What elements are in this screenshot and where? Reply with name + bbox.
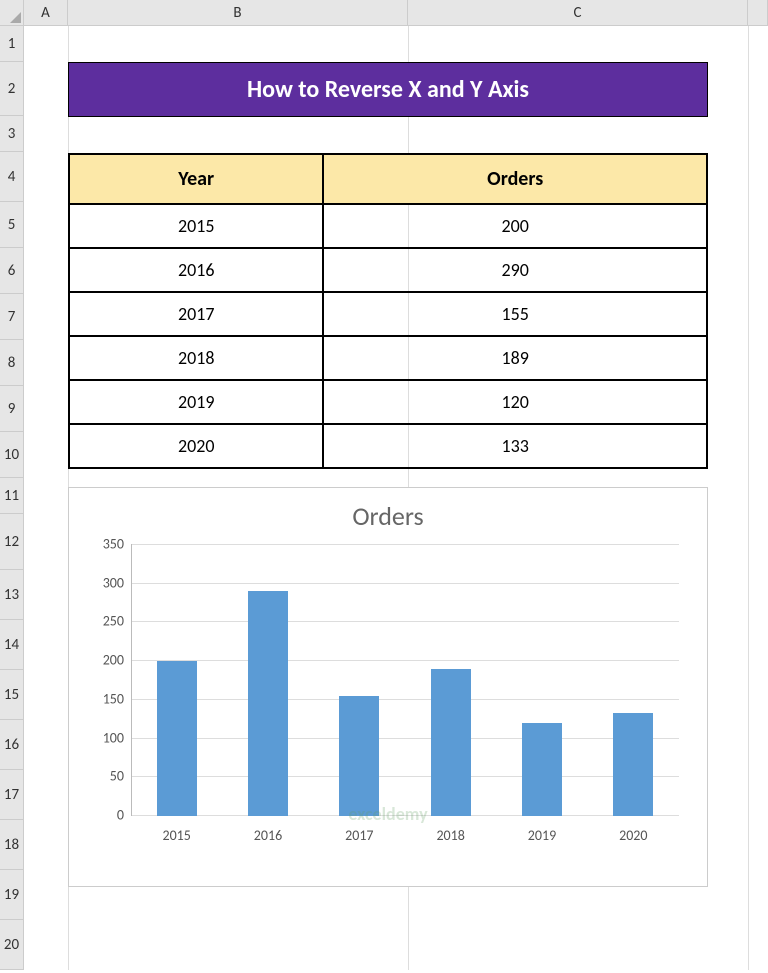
x-tick-label: 2017 bbox=[345, 827, 373, 844]
select-all-corner[interactable] bbox=[0, 0, 24, 26]
table-row[interactable]: 2017155 bbox=[69, 292, 707, 336]
cell-orders[interactable]: 133 bbox=[323, 424, 707, 468]
row-header-16[interactable]: 16 bbox=[0, 720, 24, 770]
y-tick-label: 200 bbox=[103, 652, 132, 669]
chart-bars bbox=[131, 544, 679, 816]
row-header-17[interactable]: 17 bbox=[0, 770, 24, 820]
cell-orders[interactable]: 290 bbox=[323, 248, 707, 292]
row-header-19[interactable]: 19 bbox=[0, 870, 24, 920]
cell-orders[interactable]: 200 bbox=[323, 204, 707, 248]
page-title: How to Reverse X and Y Axis bbox=[68, 62, 708, 117]
chart-bar[interactable] bbox=[522, 723, 562, 816]
data-table: Year Orders 2015200201629020171552018189… bbox=[68, 153, 708, 469]
table-header-orders[interactable]: Orders bbox=[323, 154, 707, 204]
chart-x-axis: 2015 2016 2017 2018 2019 2020 bbox=[131, 827, 679, 844]
chart-bar[interactable] bbox=[613, 713, 653, 816]
row-header-7[interactable]: 7 bbox=[0, 294, 24, 340]
x-tick-label: 2020 bbox=[619, 827, 647, 844]
y-tick-label: 350 bbox=[103, 536, 132, 553]
row-header-12[interactable]: 12 bbox=[0, 514, 24, 570]
row-header-6[interactable]: 6 bbox=[0, 248, 24, 294]
row-header-5[interactable]: 5 bbox=[0, 202, 24, 248]
cell-orders[interactable]: 189 bbox=[323, 336, 707, 380]
cell-year[interactable]: 2016 bbox=[69, 248, 323, 292]
x-tick-label: 2015 bbox=[162, 827, 190, 844]
cell-year[interactable]: 2017 bbox=[69, 292, 323, 336]
table-row[interactable]: 2020133 bbox=[69, 424, 707, 468]
row-header-3[interactable]: 3 bbox=[0, 116, 24, 152]
row-header-20[interactable]: 20 bbox=[0, 920, 24, 970]
y-tick-label: 0 bbox=[117, 807, 132, 824]
col-header-c[interactable]: C bbox=[408, 0, 748, 26]
y-tick-label: 250 bbox=[103, 613, 132, 630]
chart-bar[interactable] bbox=[157, 661, 197, 816]
y-tick-label: 150 bbox=[103, 690, 132, 707]
cell-area[interactable]: How to Reverse X and Y Axis Year Orders … bbox=[24, 26, 768, 970]
cell-year[interactable]: 2019 bbox=[69, 380, 323, 424]
spreadsheet-grid: A B C 1 2 3 4 5 6 7 8 9 10 11 12 13 14 1… bbox=[0, 0, 768, 970]
table-row[interactable]: 2018189 bbox=[69, 336, 707, 380]
row-header-8[interactable]: 8 bbox=[0, 340, 24, 386]
row-header-4[interactable]: 4 bbox=[0, 152, 24, 202]
table-row[interactable]: 2016290 bbox=[69, 248, 707, 292]
col-header-blank[interactable] bbox=[748, 0, 768, 26]
x-tick-label: 2018 bbox=[436, 827, 464, 844]
table-row[interactable]: 2019120 bbox=[69, 380, 707, 424]
row-header-1[interactable]: 1 bbox=[0, 26, 24, 62]
table-header-year[interactable]: Year bbox=[69, 154, 323, 204]
row-header-10[interactable]: 10 bbox=[0, 432, 24, 478]
row-header-11[interactable]: 11 bbox=[0, 478, 24, 514]
row-header-2[interactable]: 2 bbox=[0, 62, 24, 116]
x-tick-label: 2016 bbox=[254, 827, 282, 844]
row-header-15[interactable]: 15 bbox=[0, 670, 24, 720]
chart-bar[interactable] bbox=[248, 591, 288, 816]
cell-year[interactable]: 2018 bbox=[69, 336, 323, 380]
cell-orders[interactable]: 155 bbox=[323, 292, 707, 336]
col-header-b[interactable]: B bbox=[68, 0, 408, 26]
chart-bar[interactable] bbox=[431, 669, 471, 816]
chart-plot-area: 050100150200250300350 201520162017201820… bbox=[131, 544, 679, 844]
y-tick-label: 50 bbox=[110, 768, 132, 785]
chart-bar[interactable] bbox=[339, 696, 379, 816]
chart-title: Orders bbox=[89, 500, 687, 532]
chart-orders[interactable]: Orders 050100150200250300350 20152016201… bbox=[68, 487, 708, 887]
y-tick-label: 100 bbox=[103, 729, 132, 746]
col-header-a[interactable]: A bbox=[24, 0, 68, 26]
x-tick-label: 2019 bbox=[528, 827, 556, 844]
row-header-9[interactable]: 9 bbox=[0, 386, 24, 432]
cell-orders[interactable]: 120 bbox=[323, 380, 707, 424]
table-row[interactable]: 2015200 bbox=[69, 204, 707, 248]
row-header-18[interactable]: 18 bbox=[0, 820, 24, 870]
cell-year[interactable]: 2020 bbox=[69, 424, 323, 468]
cell-year[interactable]: 2015 bbox=[69, 204, 323, 248]
row-header-13[interactable]: 13 bbox=[0, 570, 24, 620]
row-header-14[interactable]: 14 bbox=[0, 620, 24, 670]
y-tick-label: 300 bbox=[103, 574, 132, 591]
